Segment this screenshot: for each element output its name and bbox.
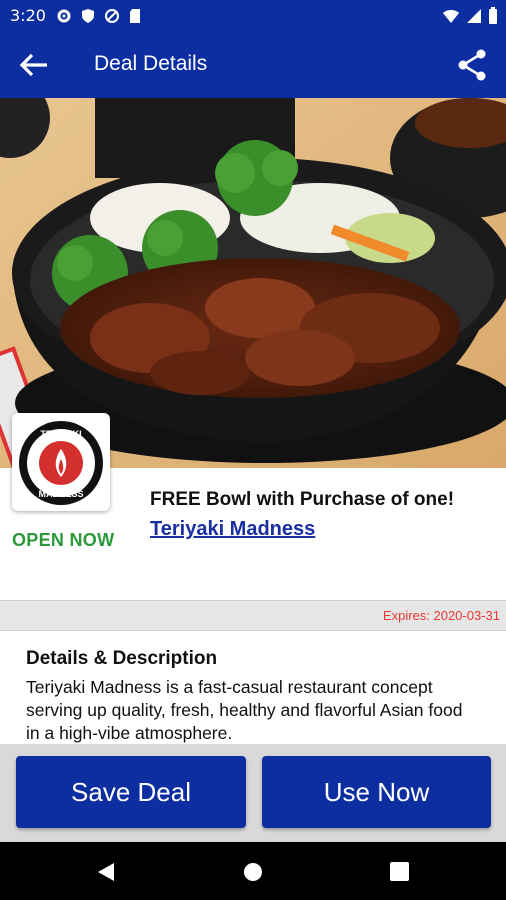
logo-bottom-text: MADNESS (38, 489, 83, 499)
data-saver-icon (105, 9, 119, 23)
open-status: OPEN NOW (12, 530, 115, 550)
sd-card-icon (130, 9, 140, 23)
details-description: Teriyaki Madness is a fast-casual restau… (26, 677, 463, 743)
merchant-logo: TERIYAKI MADNESS (12, 413, 110, 511)
page-title: Deal Details (94, 52, 208, 75)
nav-back-icon[interactable] (96, 861, 116, 883)
back-arrow-icon[interactable] (18, 51, 50, 79)
use-now-button[interactable]: Use Now (262, 756, 491, 828)
signal-icon (467, 8, 481, 23)
settings-icon (57, 9, 71, 23)
expires-bar: Expires: 2020-03-31 (0, 600, 506, 631)
status-bar: 3:20 (0, 0, 506, 32)
logo-top-text: TERIYAKI (40, 429, 81, 439)
action-bar: Save Deal Use Now (0, 744, 506, 842)
deal-title: FREE Bowl with Purchase of one! (150, 489, 455, 510)
nav-home-icon[interactable] (243, 862, 263, 882)
merchant-link[interactable]: Teriyaki Madness (150, 518, 315, 541)
details-heading: Details & Description (26, 648, 218, 669)
system-nav-bar (0, 842, 506, 900)
teriyaki-madness-logo: TERIYAKI MADNESS (19, 421, 103, 505)
notification-icons (56, 8, 142, 24)
battery-icon (489, 7, 497, 24)
status-time: 3:20 (10, 6, 46, 25)
app-bar: Deal Details (0, 32, 506, 98)
shield-icon (82, 9, 94, 23)
save-deal-button[interactable]: Save Deal (16, 756, 246, 828)
expiry-date: Expires: 2020-03-31 (382, 608, 500, 623)
system-icons (442, 7, 498, 24)
share-icon[interactable] (456, 48, 488, 82)
wifi-icon (443, 9, 459, 23)
nav-recents-icon[interactable] (390, 862, 409, 881)
